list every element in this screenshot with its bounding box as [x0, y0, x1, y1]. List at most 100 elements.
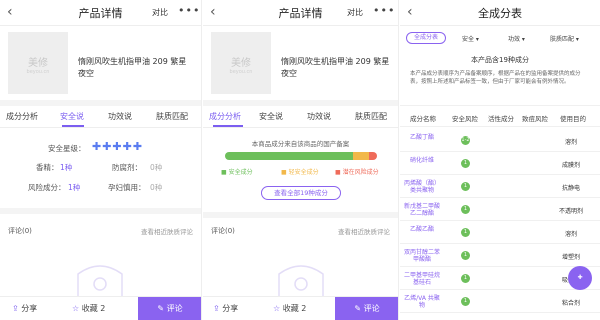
- similar-skin-comments-link[interactable]: 查看相近肤质评论: [141, 226, 193, 236]
- ingredient-name[interactable]: 硝化纤维: [404, 157, 440, 164]
- safety-risk-badge: 1: [461, 228, 470, 237]
- risk-value[interactable]: 1种: [68, 182, 80, 193]
- more-icon[interactable]: •••: [178, 4, 200, 17]
- pregnancy-label: 孕妇慎用：: [108, 183, 146, 192]
- divider: [203, 212, 398, 218]
- comment-title: 评论(0): [211, 227, 235, 235]
- comment-button[interactable]: ✎ 评论: [335, 297, 398, 320]
- share-button[interactable]: ⇪ 分享: [12, 297, 37, 320]
- pregnancy-value: 0种: [150, 183, 163, 192]
- full-ingredient-list-panel: ‹ 全成分表 全成分表 安全 ▾ 功效 ▾ 肤质匹配 ▾ 本产品含19种成分 本…: [400, 0, 600, 320]
- comment-icon: ✎: [354, 304, 362, 313]
- stats-row-1: 香精： 1种 防腐剂： 0种: [0, 158, 201, 178]
- ingredient-purpose: 不透明剂: [558, 208, 583, 215]
- ingredient-name[interactable]: 二甲基甲硅烷基硅石: [404, 272, 440, 286]
- comment-button[interactable]: ✎ 评论: [138, 297, 201, 320]
- legend-risk-label: 潜在风险成分: [342, 169, 379, 176]
- tab-efficacy[interactable]: 功效说: [108, 111, 132, 122]
- watermark-logo: 美修: [28, 58, 48, 69]
- preservative-value: 0种: [150, 163, 163, 172]
- safety-stars: ✚✚✚✚✚: [92, 140, 144, 153]
- ingredient-name[interactable]: 丙烯酸（酯）类共聚物: [404, 180, 440, 194]
- filter-safety[interactable]: 安全 ▾: [462, 34, 479, 43]
- row-divider: [400, 197, 600, 198]
- tab-ingredient-analysis[interactable]: 成分分析: [6, 111, 38, 122]
- compare-button[interactable]: 对比: [347, 7, 363, 18]
- row-divider: [400, 312, 600, 313]
- active-tab-indicator: [62, 125, 84, 127]
- share-button[interactable]: ⇪ 分享: [213, 297, 238, 320]
- comment-icon: ✎: [157, 304, 165, 313]
- legend-safe: ■ 安全成分: [221, 169, 253, 176]
- filter-efficacy[interactable]: 功效 ▾: [508, 34, 525, 43]
- product-name: 惰刚风吹生机指甲油 209 繁星夜空: [78, 57, 187, 78]
- fragrance-value[interactable]: 1种: [60, 162, 72, 173]
- compare-button[interactable]: 对比: [152, 7, 168, 18]
- similar-skin-comments-link[interactable]: 查看相近肤质评论: [338, 226, 390, 236]
- bottom-bar: ⇪ 分享 ☆ 收藏 2 ✎ 评论: [0, 296, 201, 320]
- ingredient-purpose: 溶剂: [564, 231, 577, 238]
- more-icon[interactable]: •••: [373, 4, 395, 17]
- data-source-note: 本商品成分来自该商品的国产备案: [251, 140, 350, 148]
- header: ‹ 产品详情 对比 •••: [203, 0, 398, 26]
- safety-risk-badge: 1: [461, 205, 470, 214]
- tab-skin-match[interactable]: 肤质匹配: [355, 111, 387, 122]
- page-title: 全成分表: [478, 7, 522, 20]
- ingredient-name[interactable]: 乙酸乙酯: [404, 226, 440, 233]
- comment-title: 评论(0): [8, 227, 32, 235]
- share-label: 分享: [222, 304, 239, 313]
- ingredient-purpose: 增塑剂: [561, 254, 580, 261]
- view-all-ingredients-button[interactable]: 查看全部19种成分: [261, 186, 341, 200]
- ingredient-purpose: 溶剂: [564, 139, 577, 146]
- stats-row-2: 风险成分： 1种 孕妇慎用： 0种: [0, 178, 201, 198]
- bottom-bar: ⇪ 分享 ☆ 收藏 2 ✎ 评论: [203, 296, 398, 320]
- empty-comment-illustration: [278, 265, 324, 296]
- filter-skin[interactable]: 肤质匹配 ▾: [550, 34, 579, 43]
- tab-skin-match[interactable]: 肤质匹配: [156, 111, 188, 122]
- product-detail-safety-panel: ‹ 产品详情 对比 ••• 美修 beyou.cn 惰刚风吹生机指甲油 209 …: [0, 0, 202, 320]
- product-summary: 美修 beyou.cn 惰刚风吹生机指甲油 209 繁星夜空: [0, 26, 201, 100]
- ingredient-name[interactable]: 乙酸丁酯: [404, 134, 440, 141]
- product-name: 惰刚风吹生机指甲油 209 繁星夜空: [281, 57, 390, 78]
- col-active: 活性成分: [488, 115, 514, 123]
- ingredient-safety-bar: [225, 152, 377, 160]
- tab-ingredient-analysis[interactable]: 成分分析: [209, 111, 241, 122]
- favorite-button[interactable]: ☆ 收藏 2: [273, 297, 306, 320]
- ingredient-name[interactable]: 乙烯/VA 共聚物: [404, 295, 440, 309]
- tab-safety[interactable]: 安全说: [259, 111, 283, 122]
- favorite-button[interactable]: ☆ 收藏 2: [72, 297, 105, 320]
- filter-bar: 全成分表 安全 ▾ 功效 ▾ 肤质匹配 ▾: [400, 30, 600, 46]
- favorite-label: 收藏 2: [282, 304, 307, 313]
- share-icon: ⇪: [213, 304, 220, 313]
- product-image: 美修 beyou.cn: [8, 32, 68, 94]
- floating-action-button[interactable]: ✚: [568, 266, 592, 290]
- watermark-logo: 美修: [231, 58, 251, 69]
- row-divider: [400, 243, 600, 244]
- product-summary: 美修 beyou.cn 惰刚风吹生机指甲油 209 繁星夜空: [203, 26, 398, 100]
- col-purpose: 使用目的: [560, 115, 586, 123]
- safety-rating-row: 安全星级： ✚✚✚✚✚: [0, 140, 201, 158]
- divider: [400, 126, 600, 127]
- ingredient-purpose: 粘合剂: [561, 300, 580, 307]
- tab-bar: 成分分析 安全说 功效说 肤质匹配: [0, 106, 201, 128]
- comment-label: 评论: [363, 304, 380, 313]
- safe-segment: [225, 152, 353, 160]
- tab-bar: 成分分析 安全说 功效说 肤质匹配: [203, 106, 398, 128]
- tab-efficacy[interactable]: 功效说: [307, 111, 331, 122]
- header: ‹ 产品详情 对比 •••: [0, 0, 201, 26]
- tab-safety[interactable]: 安全说: [60, 111, 84, 122]
- legend-risk: ■ 潜在风险成分: [335, 169, 379, 176]
- fab-icon: ✚: [577, 274, 583, 281]
- filter-all[interactable]: 全成分表: [406, 32, 446, 44]
- safety-risk-badge: 1-2: [461, 136, 470, 145]
- ingredient-purpose: 抗静电: [561, 185, 580, 192]
- row-divider: [400, 289, 600, 290]
- filter-skin-label: 肤质匹配: [550, 36, 575, 43]
- active-tab-indicator: [213, 125, 243, 127]
- filter-efficacy-label: 功效: [508, 36, 521, 43]
- ingredient-name[interactable]: 新戊基二甲酸乙二醇酯: [404, 203, 440, 217]
- ingredient-count: 本产品含19种成分: [471, 56, 529, 64]
- safety-risk-badge: 1: [461, 159, 470, 168]
- row-divider: [400, 220, 600, 221]
- ingredient-name[interactable]: 双丙甘醇二苯甲酸酯: [404, 249, 440, 263]
